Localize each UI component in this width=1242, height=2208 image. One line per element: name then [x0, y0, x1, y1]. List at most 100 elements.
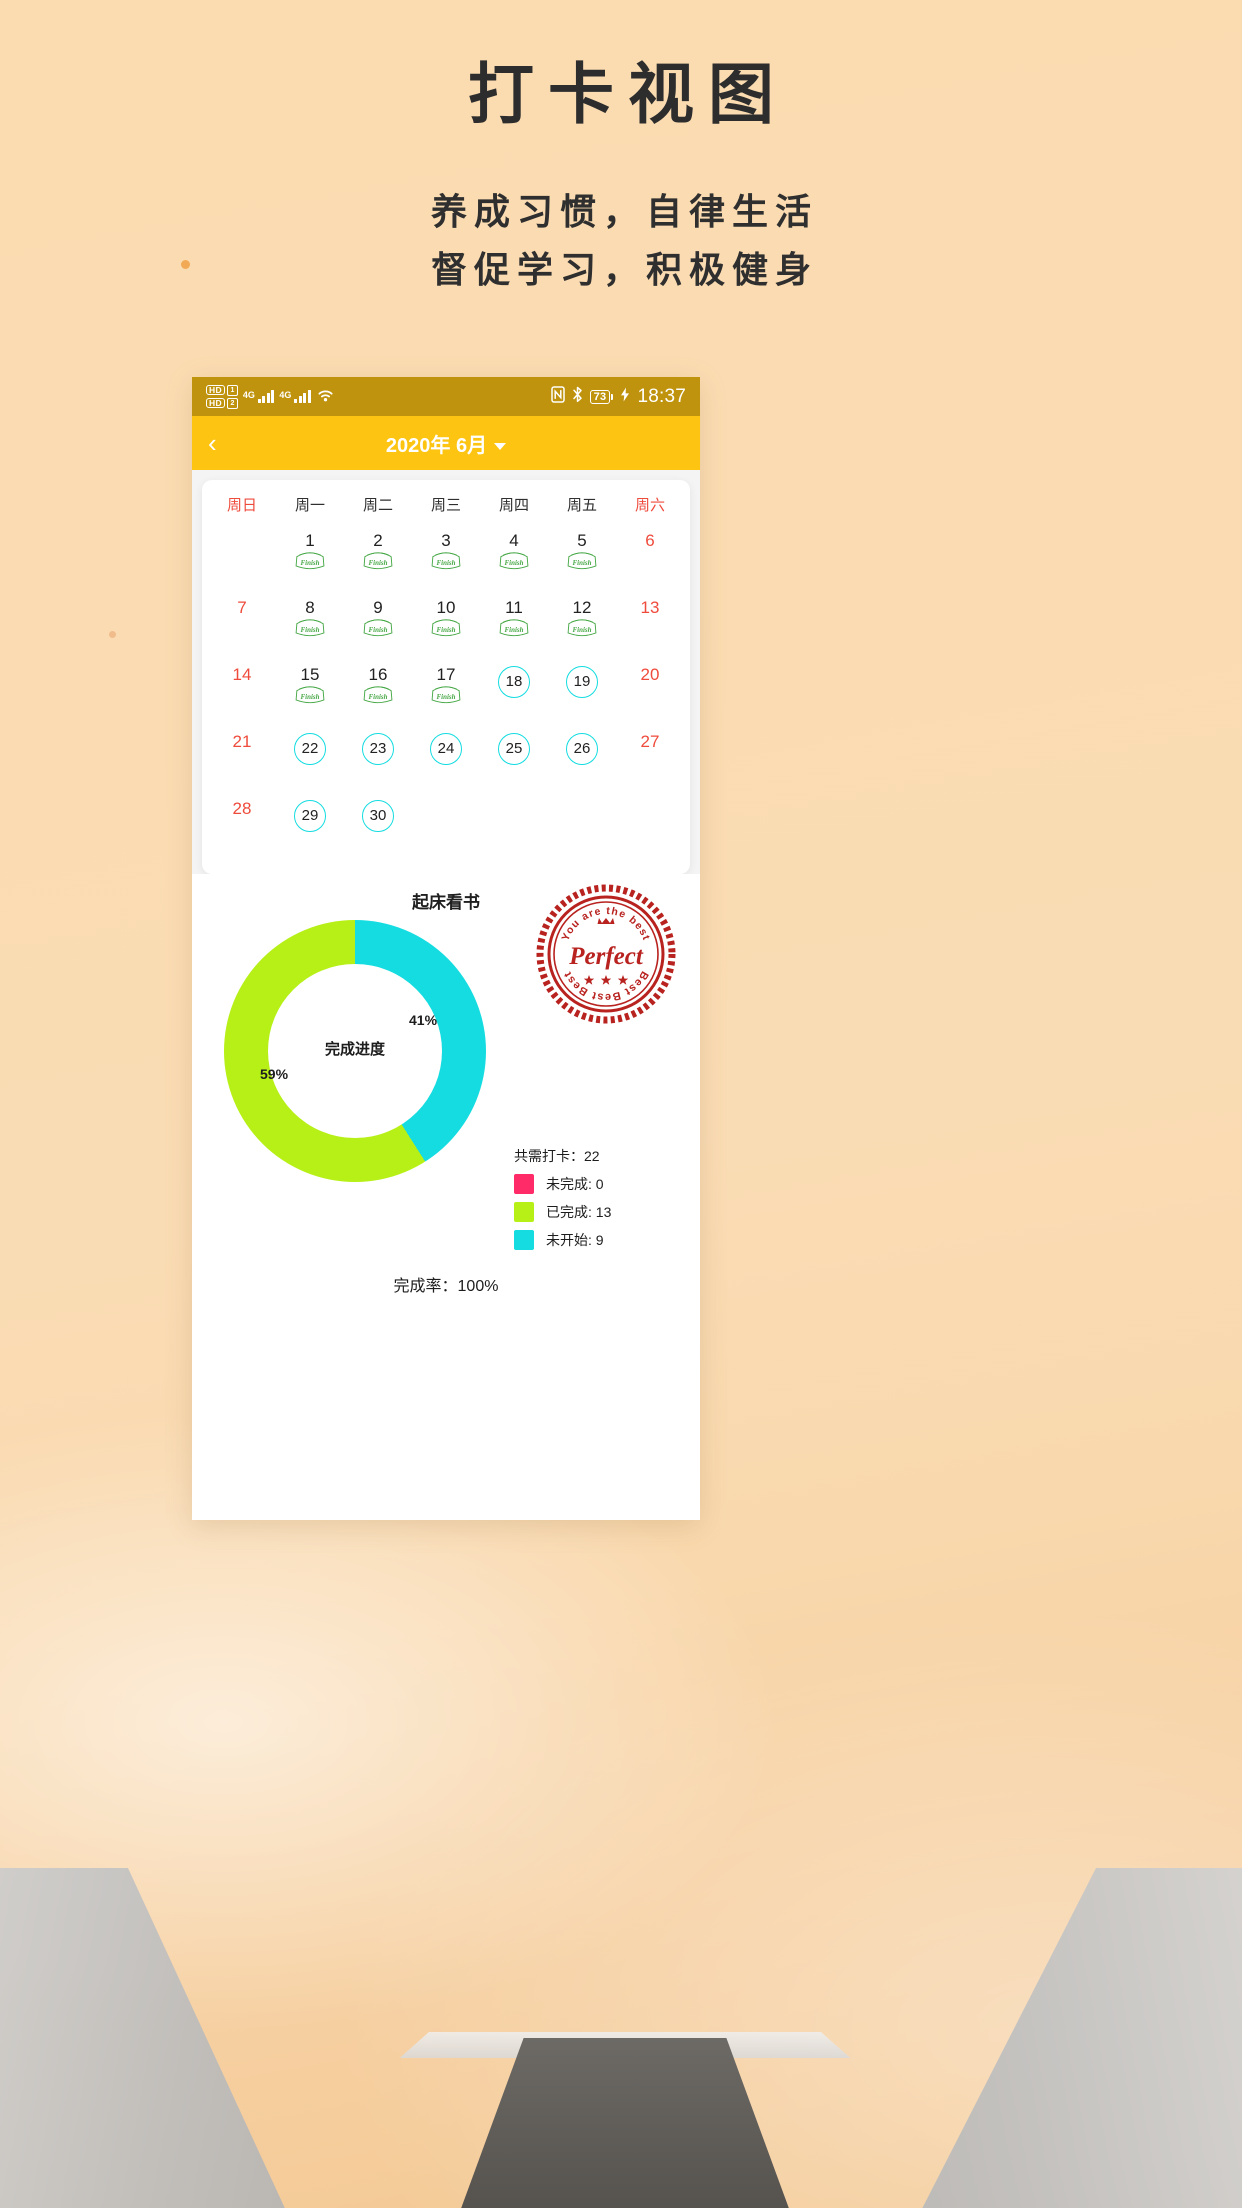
stamp-bottom-text: Best Best Best [561, 969, 649, 1003]
legend-row: 已完成: 13 [514, 1202, 674, 1222]
hero-subtitle: 养成习惯，自律生活 督促学习，积极健身 [0, 184, 1242, 301]
finish-stamp-icon: Finish [567, 552, 597, 569]
network-type-2: 4G [279, 390, 292, 400]
calendar-day-number: 28 [232, 799, 252, 818]
calendar-day-2[interactable]: 2 Finish [344, 532, 412, 588]
calendar-day-4[interactable]: 4 Finish [480, 532, 548, 588]
charging-bolt-icon [620, 387, 630, 407]
back-icon[interactable]: ‹ [208, 430, 217, 456]
svg-text:Finish: Finish [437, 626, 456, 634]
calendar-day-22[interactable]: 22 [276, 733, 344, 789]
calendar-week-row: 7 8 Finish 9 Finish 10 Finish 11 Finish 12 Finish 1… [208, 599, 684, 655]
chart-legend: 共需打卡：22 未完成: 0 已完成: 13 未开始: 9 [514, 1146, 674, 1258]
empty-content-area [192, 1340, 700, 1520]
hd-label-2: HD [206, 397, 225, 409]
finish-stamp: Finish [565, 547, 599, 576]
finish-stamp: Finish [361, 614, 395, 643]
calendar-day-empty [412, 800, 480, 856]
svg-text:Finish: Finish [505, 626, 524, 634]
calendar-day-5[interactable]: 5 Finish [548, 532, 616, 588]
calendar-day-21[interactable]: 21 [208, 733, 276, 789]
completion-donut-chart: 完成进度 41% 59% [224, 920, 486, 1182]
finish-stamp: Finish [429, 547, 463, 576]
calendar-day-number: 6 [645, 531, 655, 550]
svg-text:Finish: Finish [437, 693, 456, 701]
legend-total-label: 共需打卡： [514, 1148, 584, 1164]
legend-swatch [514, 1230, 534, 1250]
calendar-grid: 1 Finish 2 Finish 3 Finish 4 Finish 5 Finish 6 7 8 Fi… [208, 532, 684, 856]
status-bar-clock: 18:37 [637, 385, 686, 407]
calendar-day-11[interactable]: 11 Finish [480, 599, 548, 655]
weekday-header-fri: 周五 [566, 497, 597, 514]
calendar-day-30[interactable]: 30 [344, 800, 412, 856]
wifi-icon [316, 387, 335, 407]
calendar-day-28[interactable]: 28 [208, 800, 276, 856]
svg-text:Finish: Finish [505, 559, 524, 567]
legend-total-value: 22 [584, 1148, 600, 1164]
dual-sim-indicator: HD 1 HD 2 [206, 384, 238, 409]
svg-text:Finish: Finish [301, 693, 320, 701]
calendar-day-20[interactable]: 20 [616, 666, 684, 722]
calendar-day-number: 26 [566, 733, 598, 765]
calendar-day-12[interactable]: 12 Finish [548, 599, 616, 655]
calendar-day-25[interactable]: 25 [480, 733, 548, 789]
weekday-header-thu: 周四 [498, 497, 529, 514]
decor-dot-tan [109, 631, 116, 638]
bluetooth-icon [572, 386, 583, 408]
calendar-day-18[interactable]: 18 [480, 666, 548, 722]
calendar-day-24[interactable]: 24 [412, 733, 480, 789]
calendar-week-row: 1 Finish 2 Finish 3 Finish 4 Finish 5 Finish 6 [208, 532, 684, 588]
calendar-day-23[interactable]: 23 [344, 733, 412, 789]
donut-center-label: 完成进度 [324, 1041, 385, 1058]
road-center-asphalt [461, 2038, 789, 2208]
calendar-day-29[interactable]: 29 [276, 800, 344, 856]
calendar-day-8[interactable]: 8 Finish [276, 599, 344, 655]
calendar-day-1[interactable]: 1 Finish [276, 532, 344, 588]
perfect-stamp-icon: You are the best Perfect Best Best Best [536, 884, 676, 1024]
chevron-down-icon [494, 442, 507, 450]
calendar-week-row: 21 22 23 24 25 26 27 [208, 733, 684, 789]
network-type-1: 4G [242, 390, 255, 400]
calendar-day-number: 30 [362, 800, 394, 832]
road-illustration [0, 1868, 1242, 2208]
calendar-card: 周日 周一 周二 周三 周四 周五 周六 1 Finish 2 Finish 3 Fini… [202, 480, 690, 874]
finish-stamp-icon: Finish [295, 619, 325, 636]
completion-rate: 完成率：100% [393, 1278, 499, 1295]
hd-label-1: HD [206, 384, 225, 396]
legend-label: 未开始: 9 [546, 1232, 604, 1248]
calendar-day-15[interactable]: 15 Finish [276, 666, 344, 722]
calendar-day-6[interactable]: 6 [616, 532, 684, 588]
calendar-day-7[interactable]: 7 [208, 599, 276, 655]
calendar-day-number: 29 [294, 800, 326, 832]
calendar-day-27[interactable]: 27 [616, 733, 684, 789]
weekday-header-wed: 周三 [430, 497, 461, 514]
calendar-day-17[interactable]: 17 Finish [412, 666, 480, 722]
svg-text:Finish: Finish [369, 693, 388, 701]
calendar-day-26[interactable]: 26 [548, 733, 616, 789]
calendar-day-19[interactable]: 19 [548, 666, 616, 722]
finish-stamp-icon: Finish [431, 686, 461, 703]
month-selector[interactable]: 2020年 6月 [192, 429, 700, 458]
calendar-day-16[interactable]: 16 Finish [344, 666, 412, 722]
finish-stamp: Finish [565, 614, 599, 643]
sim-number-2: 2 [226, 397, 238, 409]
signal-bars-icon-1 [257, 390, 275, 403]
legend-row: 未开始: 9 [514, 1230, 674, 1250]
finish-stamp-icon: Finish [363, 552, 393, 569]
calendar-day-number: 23 [362, 733, 394, 765]
calendar-day-10[interactable]: 10 Finish [412, 599, 480, 655]
calendar-sheet: 周日 周一 周二 周三 周四 周五 周六 1 Finish 2 Finish 3 Fini… [192, 470, 700, 874]
calendar-day-14[interactable]: 14 [208, 666, 276, 722]
weekday-header-tue: 周二 [362, 497, 393, 514]
calendar-day-13[interactable]: 13 [616, 599, 684, 655]
weekday-header-sun: 周日 [226, 497, 257, 514]
calendar-day-empty [208, 532, 276, 588]
finish-stamp-icon: Finish [499, 619, 529, 636]
calendar-day-9[interactable]: 9 Finish [344, 599, 412, 655]
finish-stamp: Finish [293, 681, 327, 710]
calendar-day-number: 21 [232, 732, 252, 751]
calendar-day-empty [548, 800, 616, 856]
calendar-day-3[interactable]: 3 Finish [412, 532, 480, 588]
svg-text:Finish: Finish [437, 559, 456, 567]
finish-stamp: Finish [429, 681, 463, 710]
